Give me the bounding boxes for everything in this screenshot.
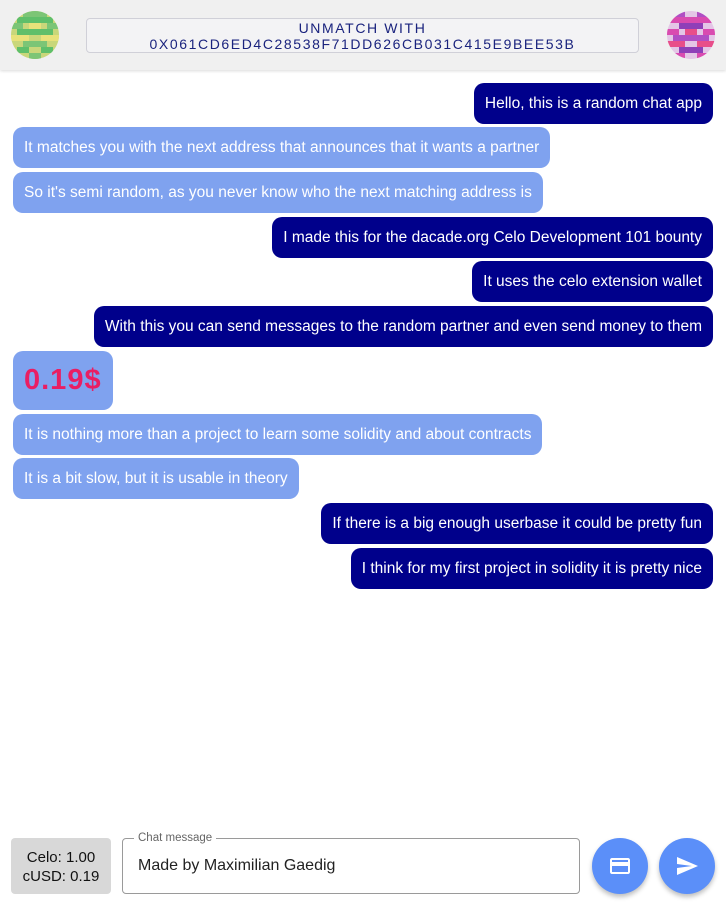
message-incoming: It matches you with the next address tha… [13,127,551,168]
message-outgoing: If there is a big enough userbase it cou… [321,503,713,544]
send-icon [677,857,698,875]
credit-card-icon [610,858,630,874]
unmatch-button[interactable]: UNMATCH WITH 0X061CD6ED4C28538F71DD626CB… [86,18,639,53]
message-incoming: It is nothing more than a project to lea… [13,414,543,455]
celo-balance: Celo: 1.00 [26,849,96,866]
message-outgoing: Hello, this is a random chat app [473,83,713,124]
message-outgoing: With this you can send messages to the r… [93,306,713,347]
send-message-button[interactable] [659,838,715,894]
message-outgoing: It uses the celo extension wallet [472,261,713,302]
cusd-balance: cUSD: 0.19 [22,868,100,885]
message-incoming: So it's semi random, as you never know w… [13,172,543,213]
wallet-balance: Celo: 1.00 cUSD: 0.19 [11,838,111,894]
composer-bar: Celo: 1.00 cUSD: 0.19 Chat message [0,826,726,905]
message-outgoing: I think for my first project in solidity… [350,548,713,589]
send-money-button[interactable] [592,838,648,894]
message-incoming: It is a bit slow, but it is usable in th… [13,458,299,499]
my-avatar-icon [11,11,59,59]
chat-message-field: Chat message [122,831,580,894]
chat-message-input[interactable] [138,839,568,893]
top-bar: UNMATCH WITH 0X061CD6ED4C28538F71DD626CB… [0,0,726,70]
payment-message: 0.19$ [13,351,113,410]
partner-avatar-icon [667,11,715,59]
message-outgoing: I made this for the dacade.org Celo Deve… [272,217,713,258]
